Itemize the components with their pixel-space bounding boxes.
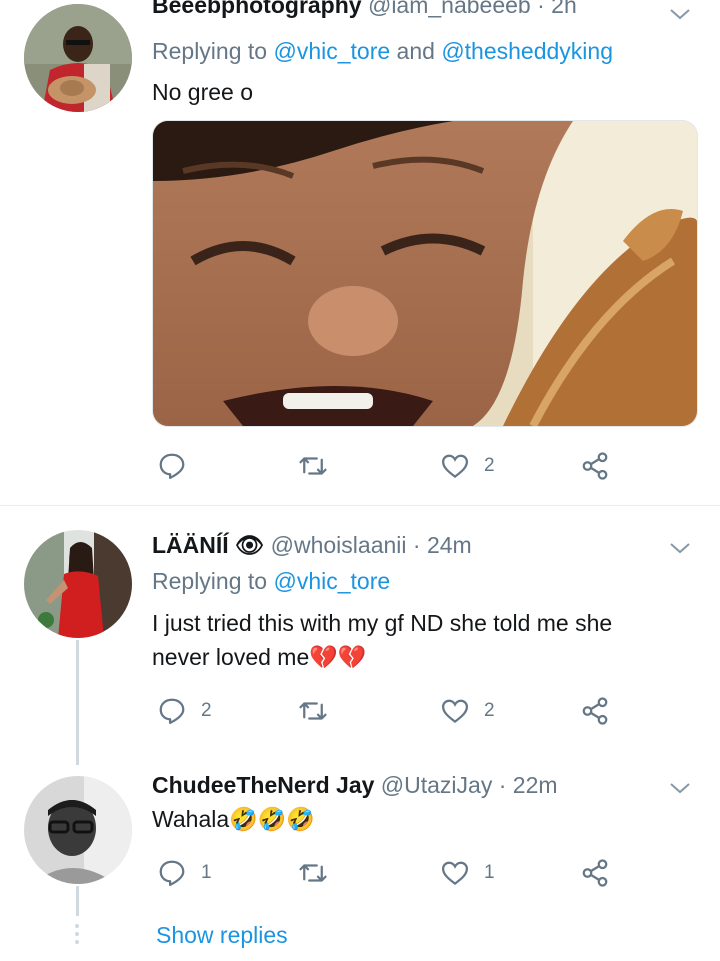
reply-button[interactable]: 1 <box>157 853 212 893</box>
thread-line <box>76 640 79 765</box>
like-count: 1 <box>484 862 495 883</box>
timestamp[interactable]: 2h <box>551 0 577 18</box>
tweet-actions: 2 2 <box>0 691 720 731</box>
user-handle[interactable]: @UtaziJay <box>381 772 493 798</box>
chevron-down-icon[interactable] <box>668 2 692 26</box>
retweet-button[interactable] <box>298 691 342 731</box>
display-name[interactable]: Beeebphotography <box>152 0 362 18</box>
user-handle[interactable]: @iam_nabeeeb <box>368 0 531 18</box>
replying-and: and <box>390 38 442 64</box>
tweet-text: Wahala🤣🤣🤣 <box>152 806 316 832</box>
retweet-button[interactable] <box>298 446 342 486</box>
display-name[interactable]: LÄÄNÍÍ 👁 <box>152 532 264 558</box>
share-button[interactable] <box>580 853 610 893</box>
chevron-down-icon[interactable] <box>668 776 692 800</box>
reply-count: 1 <box>201 862 212 883</box>
display-name[interactable]: ChudeeTheNerd Jay <box>152 772 374 798</box>
like-count: 2 <box>484 700 495 721</box>
like-button[interactable]: 2 <box>440 691 495 731</box>
reply-icon <box>159 453 185 479</box>
avatar[interactable] <box>24 530 132 638</box>
replying-to: Replying to @vhic_tore and @thesheddykin… <box>152 38 613 65</box>
mention-link[interactable]: @vhic_tore <box>273 38 390 64</box>
share-icon <box>582 697 608 725</box>
reply-button[interactable] <box>157 446 201 486</box>
tweet-text-line: I just tried this with my gf ND she told… <box>152 610 613 636</box>
user-handle[interactable]: @whoislaanii <box>271 532 407 558</box>
timestamp[interactable]: 24m <box>427 532 472 558</box>
reply-count: 2 <box>201 700 212 721</box>
tweet-text: No gree o <box>152 79 254 105</box>
mention-link[interactable]: @vhic_tore <box>273 568 390 594</box>
like-button[interactable]: 1 <box>440 853 495 893</box>
share-button[interactable] <box>580 446 610 486</box>
tweet-header: LÄÄNÍÍ 👁 @whoislaanii · 24m <box>152 532 660 559</box>
like-button[interactable]: 2 <box>440 446 495 486</box>
reply-icon <box>159 860 185 886</box>
tweet-text: I just tried this with my gf ND she told… <box>152 606 690 674</box>
mention-link[interactable]: @thesheddyking <box>441 38 613 64</box>
separator: · <box>537 0 545 18</box>
like-count: 2 <box>484 455 495 476</box>
replying-to-label: Replying to <box>152 38 274 64</box>
retweet-button[interactable] <box>298 853 342 893</box>
tweet-1[interactable]: Beeebphotography @iam_nabeeeb · 2h Reply… <box>0 0 720 505</box>
thread-line <box>76 886 79 916</box>
tweet-actions: 2 <box>0 446 720 486</box>
heart-icon <box>441 861 469 886</box>
tweet-media-image[interactable] <box>152 120 698 427</box>
reply-icon <box>159 698 185 724</box>
tweet-header: Beeebphotography @iam_nabeeeb · 2h <box>152 0 660 19</box>
reply-button[interactable]: 2 <box>157 691 212 731</box>
replying-to: Replying to @vhic_tore <box>152 568 390 595</box>
replying-to-label: Replying to <box>152 568 274 594</box>
heart-icon <box>441 454 469 479</box>
heart-icon <box>441 699 469 724</box>
separator: · <box>498 772 507 798</box>
share-button[interactable] <box>580 691 610 731</box>
share-icon <box>582 452 608 480</box>
tweet-actions: 1 1 <box>0 853 720 893</box>
share-icon <box>582 859 608 887</box>
tweet-3[interactable]: ChudeeTheNerd Jay @UtaziJay · 22m Wahala… <box>0 756 720 961</box>
tweet-header: ChudeeTheNerd Jay @UtaziJay · 22m <box>152 772 660 799</box>
retweet-icon <box>299 702 327 720</box>
timestamp[interactable]: 22m <box>513 772 558 798</box>
more-replies-dots <box>75 924 79 948</box>
chevron-down-icon[interactable] <box>668 536 692 560</box>
tweet-text-line: never loved me💔💔 <box>152 644 367 670</box>
retweet-icon <box>299 864 327 882</box>
avatar[interactable] <box>24 4 132 112</box>
show-replies-link[interactable]: Show replies <box>156 922 288 949</box>
separator: · <box>412 532 421 558</box>
tweet-2[interactable]: LÄÄNÍÍ 👁 @whoislaanii · 24m Replying to … <box>0 506 720 756</box>
retweet-icon <box>299 457 327 475</box>
